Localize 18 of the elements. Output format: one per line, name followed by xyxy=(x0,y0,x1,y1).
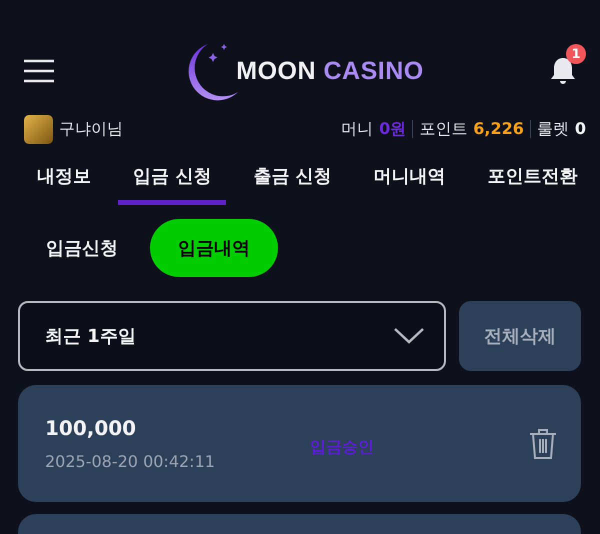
nav-tab[interactable]: 입금 신청 xyxy=(118,154,226,205)
balance-stat: 룰렛 0 xyxy=(536,118,586,140)
deposit-status: 입금승인 xyxy=(310,437,375,458)
period-dropdown[interactable]: 최근 1주일 xyxy=(18,301,446,371)
sub-tab[interactable]: 입금내역 xyxy=(150,219,278,277)
user-name: 구냐이님 xyxy=(59,118,123,140)
sub-tab[interactable]: 입금신청 xyxy=(30,219,134,277)
nav-tab[interactable]: 출금 신청 xyxy=(238,154,347,205)
balance-stat: 포인트 6,226 xyxy=(419,118,524,140)
notification-badge: 1 xyxy=(566,44,586,64)
delete-all-button[interactable]: 전체삭제 xyxy=(459,301,581,371)
nav-tab[interactable]: 머니내역 xyxy=(358,154,461,205)
deposit-amount: 100,000 xyxy=(45,416,138,440)
nav-tab[interactable]: 포인트전환 xyxy=(472,154,593,205)
nav-tab[interactable]: 내정보 xyxy=(22,154,106,205)
logo-text: MOON CASINO xyxy=(236,56,424,86)
deposit-time: 2025-08-20 00:42:11 xyxy=(45,452,216,471)
balance-stat: 머니 0원 xyxy=(341,118,406,140)
